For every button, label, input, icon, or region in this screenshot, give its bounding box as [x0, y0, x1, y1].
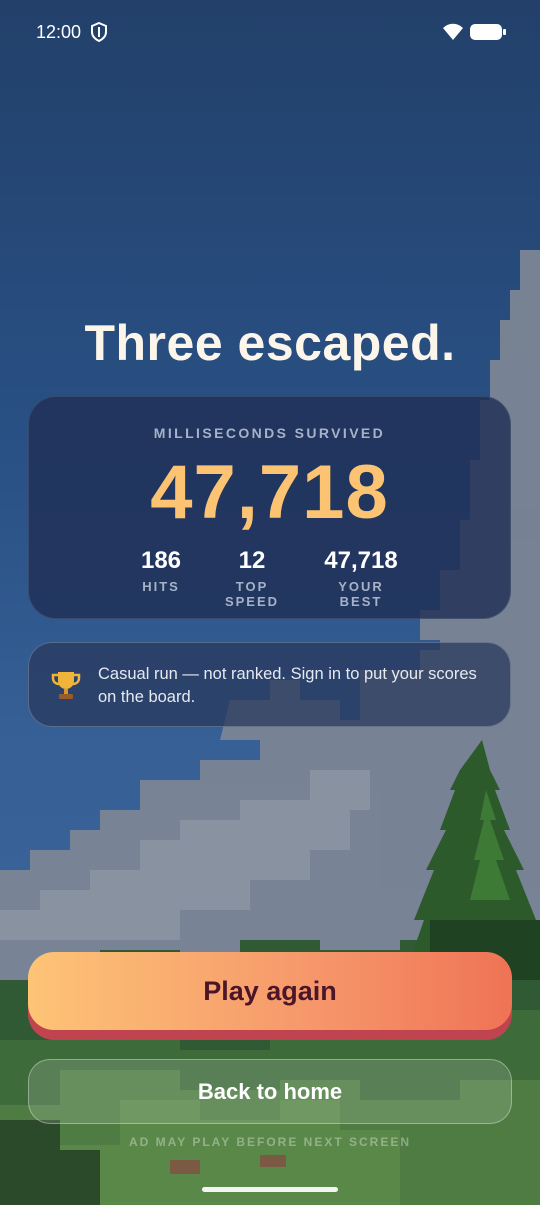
stat-your-best-value: 47,718 — [324, 547, 398, 574]
stat-top-speed: 12 TOP SPEED — [207, 547, 297, 609]
stat-your-best: 47,718 YOUR BEST — [315, 547, 407, 609]
ad-notice: AD MAY PLAY BEFORE NEXT SCREEN — [128, 1135, 412, 1149]
battery-icon — [470, 24, 506, 40]
result-title: Three escaped. — [84, 315, 456, 371]
stat-your-best-label: YOUR BEST — [338, 579, 384, 609]
stat-hits: 186 HITS — [132, 547, 190, 594]
score-value: 47,718 — [150, 450, 389, 535]
home-indicator[interactable] — [202, 1187, 338, 1192]
play-again-button[interactable]: Play again — [28, 952, 512, 1030]
back-to-home-button[interactable]: Back to home — [28, 1059, 512, 1124]
trophy-icon — [51, 672, 81, 699]
stat-top-speed-value: 12 — [238, 547, 266, 574]
score-card: MILLISECONDS SURVIVED 47,718 186 HITS 12… — [28, 396, 511, 619]
shield-icon — [91, 22, 107, 42]
stat-top-speed-label: TOP SPEED — [224, 579, 280, 609]
score-label: MILLISECONDS SURVIVED — [153, 425, 386, 441]
status-time: 12:00 — [36, 22, 82, 42]
stat-hits-value: 186 — [140, 547, 182, 574]
notice-text: Casual run — not ranked. Sign in to put … — [98, 665, 477, 706]
stat-hits-label: HITS — [142, 579, 180, 594]
status-bar: 12:00 — [0, 0, 540, 64]
ranking-notice: Casual run — not ranked. Sign in to put … — [28, 642, 511, 727]
wifi-icon — [443, 23, 463, 40]
